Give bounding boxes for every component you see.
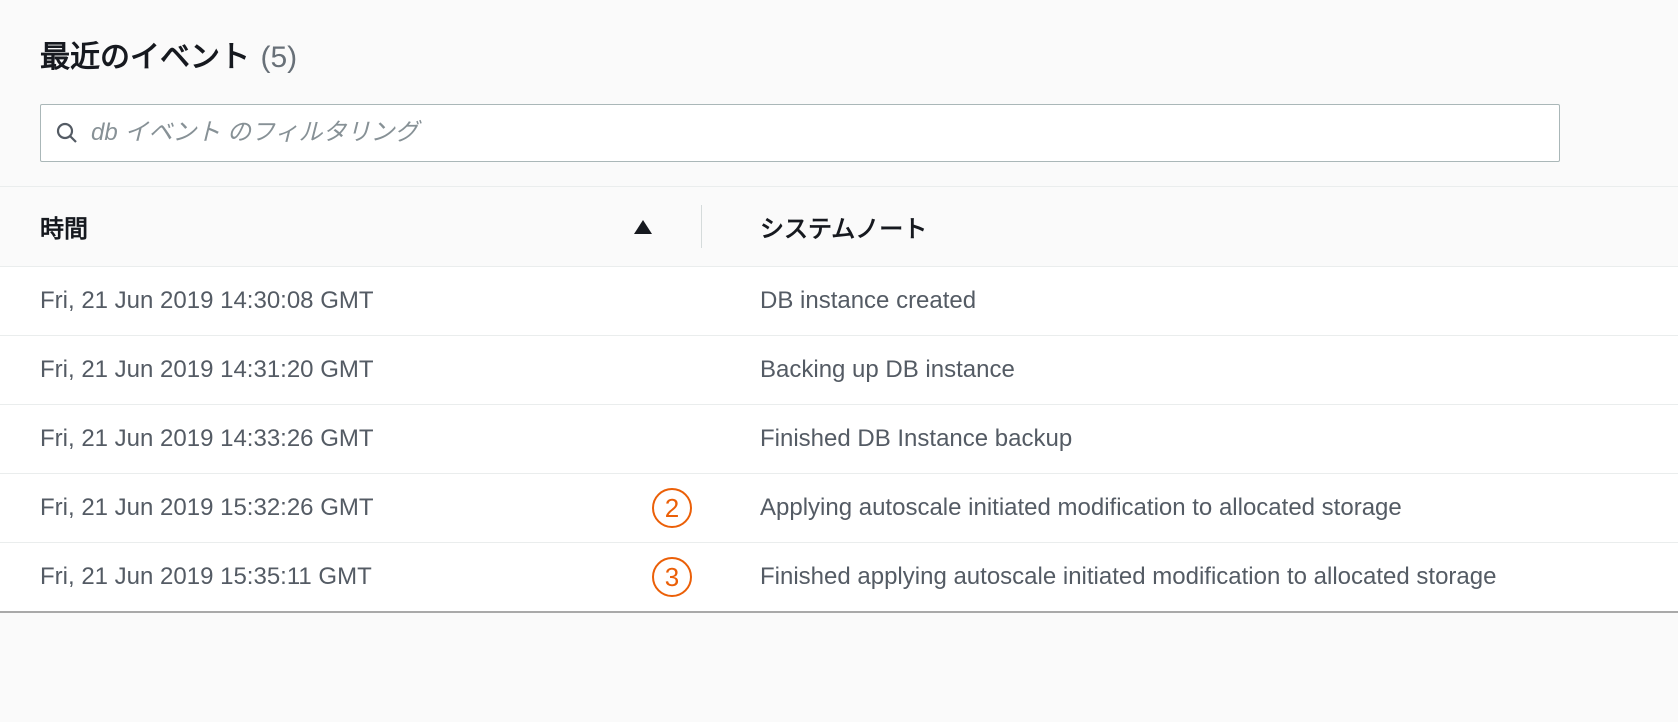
cell-time: Fri, 21 Jun 2019 14:31:20 GMT [0,336,720,405]
recent-events-panel: 最近のイベント (5) 時間 システムノート [0,0,1678,613]
search-box[interactable] [40,104,1560,162]
annotation-badge-icon: 3 [652,557,692,597]
column-header-time[interactable]: 時間 [0,187,720,267]
annotation-badge-icon: 2 [652,488,692,528]
time-text: Fri, 21 Jun 2019 14:31:20 GMT [40,356,374,383]
search-input[interactable] [91,119,1545,147]
cell-note: Finished applying autoscale initiated mo… [720,543,1678,613]
cell-note: Backing up DB instance [720,336,1678,405]
column-header-time-label: 時間 [40,216,88,243]
table-row: Fri, 21 Jun 2019 15:35:11 GMT 3 Finished… [0,543,1678,613]
search-container [0,104,1678,186]
cell-time: Fri, 21 Jun 2019 15:35:11 GMT 3 [0,543,720,613]
table-row: Fri, 21 Jun 2019 14:31:20 GMT Backing up… [0,336,1678,405]
sort-ascending-icon [634,213,652,241]
cell-time: Fri, 21 Jun 2019 14:30:08 GMT [0,267,720,336]
panel-title: 最近のイベント [40,41,250,74]
time-text: Fri, 21 Jun 2019 15:32:26 GMT [40,494,374,521]
time-text: Fri, 21 Jun 2019 14:30:08 GMT [40,287,374,314]
table-header-row: 時間 システムノート [0,187,1678,267]
cell-note: Applying autoscale initiated modificatio… [720,474,1678,543]
time-text: Fri, 21 Jun 2019 14:33:26 GMT [40,425,374,452]
column-header-note[interactable]: システムノート [720,187,1678,267]
events-table: 時間 システムノート Fri, 21 Jun 2019 14:30:08 GMT… [0,186,1678,613]
column-header-note-label: システムノート [760,216,927,243]
table-row: Fri, 21 Jun 2019 14:33:26 GMT Finished D… [0,405,1678,474]
cell-note: DB instance created [720,267,1678,336]
cell-time: Fri, 21 Jun 2019 14:33:26 GMT [0,405,720,474]
cell-note: Finished DB Instance backup [720,405,1678,474]
panel-header: 最近のイベント (5) [0,0,1678,104]
column-divider [701,205,702,248]
table-row: Fri, 21 Jun 2019 14:30:08 GMT DB instanc… [0,267,1678,336]
cell-time: Fri, 21 Jun 2019 15:32:26 GMT 2 [0,474,720,543]
time-text: Fri, 21 Jun 2019 15:35:11 GMT [40,563,372,590]
search-icon [55,121,79,145]
panel-count: (5) [260,41,297,74]
table-body: Fri, 21 Jun 2019 14:30:08 GMT DB instanc… [0,267,1678,613]
table-row: Fri, 21 Jun 2019 15:32:26 GMT 2 Applying… [0,474,1678,543]
